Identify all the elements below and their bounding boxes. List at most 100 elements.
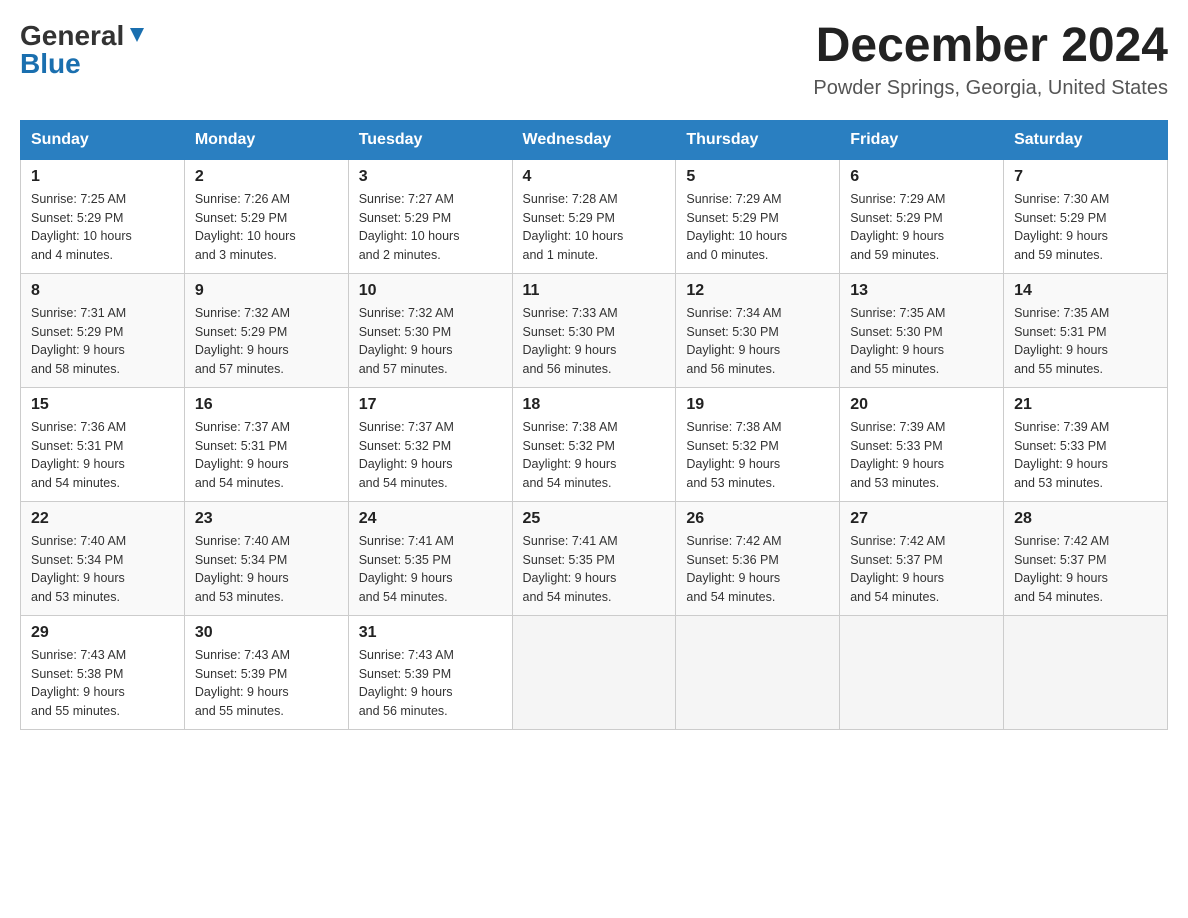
daylight-label: Daylight: 9 hoursand 54 minutes. [359,457,453,490]
calendar-cell: 3 Sunrise: 7:27 AM Sunset: 5:29 PM Dayli… [348,159,512,273]
daylight-label: Daylight: 9 hoursand 58 minutes. [31,343,125,376]
calendar-cell [676,615,840,729]
header-wednesday: Wednesday [512,120,676,159]
daylight-label: Daylight: 9 hoursand 55 minutes. [195,685,289,718]
calendar-cell: 31 Sunrise: 7:43 AM Sunset: 5:39 PM Dayl… [348,615,512,729]
calendar-week-3: 15 Sunrise: 7:36 AM Sunset: 5:31 PM Dayl… [21,387,1168,501]
daylight-label: Daylight: 9 hoursand 57 minutes. [359,343,453,376]
sunrise-label: Sunrise: 7:41 AM [359,534,454,548]
day-number: 19 [686,396,829,414]
calendar-cell [840,615,1004,729]
day-info: Sunrise: 7:37 AM Sunset: 5:31 PM Dayligh… [195,418,338,493]
daylight-label: Daylight: 10 hoursand 0 minutes. [686,229,787,262]
sunrise-label: Sunrise: 7:40 AM [195,534,290,548]
daylight-label: Daylight: 9 hoursand 53 minutes. [850,457,944,490]
sunrise-label: Sunrise: 7:29 AM [850,192,945,206]
calendar-cell [1004,615,1168,729]
sunset-label: Sunset: 5:29 PM [31,325,123,339]
day-info: Sunrise: 7:35 AM Sunset: 5:31 PM Dayligh… [1014,304,1157,379]
day-info: Sunrise: 7:32 AM Sunset: 5:30 PM Dayligh… [359,304,502,379]
day-info: Sunrise: 7:30 AM Sunset: 5:29 PM Dayligh… [1014,190,1157,265]
day-number: 9 [195,282,338,300]
calendar-cell: 7 Sunrise: 7:30 AM Sunset: 5:29 PM Dayli… [1004,159,1168,273]
daylight-label: Daylight: 9 hoursand 54 minutes. [686,571,780,604]
day-info: Sunrise: 7:26 AM Sunset: 5:29 PM Dayligh… [195,190,338,265]
sunset-label: Sunset: 5:33 PM [1014,439,1106,453]
sunrise-label: Sunrise: 7:42 AM [1014,534,1109,548]
daylight-label: Daylight: 10 hoursand 4 minutes. [31,229,132,262]
sunset-label: Sunset: 5:31 PM [195,439,287,453]
logo-arrow-icon [126,24,148,46]
header-sunday: Sunday [21,120,185,159]
day-number: 23 [195,510,338,528]
sunset-label: Sunset: 5:31 PM [31,439,123,453]
daylight-label: Daylight: 9 hoursand 55 minutes. [31,685,125,718]
day-info: Sunrise: 7:40 AM Sunset: 5:34 PM Dayligh… [195,532,338,607]
day-info: Sunrise: 7:37 AM Sunset: 5:32 PM Dayligh… [359,418,502,493]
sunset-label: Sunset: 5:37 PM [1014,553,1106,567]
day-info: Sunrise: 7:38 AM Sunset: 5:32 PM Dayligh… [686,418,829,493]
day-info: Sunrise: 7:33 AM Sunset: 5:30 PM Dayligh… [523,304,666,379]
daylight-label: Daylight: 10 hoursand 3 minutes. [195,229,296,262]
calendar-cell: 30 Sunrise: 7:43 AM Sunset: 5:39 PM Dayl… [184,615,348,729]
daylight-label: Daylight: 9 hoursand 54 minutes. [31,457,125,490]
daylight-label: Daylight: 9 hoursand 59 minutes. [850,229,944,262]
logo-blue-text: Blue [20,48,81,79]
daylight-label: Daylight: 9 hoursand 53 minutes. [31,571,125,604]
day-number: 5 [686,168,829,186]
daylight-label: Daylight: 9 hoursand 54 minutes. [195,457,289,490]
day-number: 11 [523,282,666,300]
calendar-cell: 18 Sunrise: 7:38 AM Sunset: 5:32 PM Dayl… [512,387,676,501]
calendar-cell: 23 Sunrise: 7:40 AM Sunset: 5:34 PM Dayl… [184,501,348,615]
daylight-label: Daylight: 9 hoursand 56 minutes. [523,343,617,376]
day-info: Sunrise: 7:25 AM Sunset: 5:29 PM Dayligh… [31,190,174,265]
sunset-label: Sunset: 5:29 PM [850,211,942,225]
sunrise-label: Sunrise: 7:37 AM [195,420,290,434]
sunrise-label: Sunrise: 7:26 AM [195,192,290,206]
day-number: 4 [523,168,666,186]
calendar-cell: 14 Sunrise: 7:35 AM Sunset: 5:31 PM Dayl… [1004,273,1168,387]
sunrise-label: Sunrise: 7:43 AM [31,648,126,662]
sunrise-label: Sunrise: 7:28 AM [523,192,618,206]
day-number: 30 [195,624,338,642]
sunrise-label: Sunrise: 7:32 AM [195,306,290,320]
day-number: 26 [686,510,829,528]
day-number: 12 [686,282,829,300]
calendar-cell [512,615,676,729]
sunrise-label: Sunrise: 7:35 AM [1014,306,1109,320]
daylight-label: Daylight: 9 hoursand 59 minutes. [1014,229,1108,262]
calendar-cell: 16 Sunrise: 7:37 AM Sunset: 5:31 PM Dayl… [184,387,348,501]
calendar-cell: 28 Sunrise: 7:42 AM Sunset: 5:37 PM Dayl… [1004,501,1168,615]
sunset-label: Sunset: 5:30 PM [850,325,942,339]
sunrise-label: Sunrise: 7:39 AM [850,420,945,434]
calendar-cell: 15 Sunrise: 7:36 AM Sunset: 5:31 PM Dayl… [21,387,185,501]
day-info: Sunrise: 7:43 AM Sunset: 5:39 PM Dayligh… [195,646,338,721]
calendar-cell: 9 Sunrise: 7:32 AM Sunset: 5:29 PM Dayli… [184,273,348,387]
sunset-label: Sunset: 5:35 PM [523,553,615,567]
sunrise-label: Sunrise: 7:42 AM [850,534,945,548]
sunrise-label: Sunrise: 7:36 AM [31,420,126,434]
day-number: 20 [850,396,993,414]
title-section: December 2024 Powder Springs, Georgia, U… [813,20,1168,100]
header-tuesday: Tuesday [348,120,512,159]
sunset-label: Sunset: 5:29 PM [359,211,451,225]
sunrise-label: Sunrise: 7:43 AM [359,648,454,662]
calendar-cell: 1 Sunrise: 7:25 AM Sunset: 5:29 PM Dayli… [21,159,185,273]
calendar-header-row: Sunday Monday Tuesday Wednesday Thursday… [21,120,1168,159]
header-saturday: Saturday [1004,120,1168,159]
calendar-cell: 27 Sunrise: 7:42 AM Sunset: 5:37 PM Dayl… [840,501,1004,615]
sunset-label: Sunset: 5:30 PM [523,325,615,339]
day-number: 17 [359,396,502,414]
day-info: Sunrise: 7:35 AM Sunset: 5:30 PM Dayligh… [850,304,993,379]
day-info: Sunrise: 7:34 AM Sunset: 5:30 PM Dayligh… [686,304,829,379]
sunset-label: Sunset: 5:33 PM [850,439,942,453]
sunset-label: Sunset: 5:29 PM [523,211,615,225]
sunset-label: Sunset: 5:29 PM [31,211,123,225]
day-number: 29 [31,624,174,642]
day-info: Sunrise: 7:36 AM Sunset: 5:31 PM Dayligh… [31,418,174,493]
day-number: 1 [31,168,174,186]
sunrise-label: Sunrise: 7:40 AM [31,534,126,548]
header-thursday: Thursday [676,120,840,159]
calendar-week-4: 22 Sunrise: 7:40 AM Sunset: 5:34 PM Dayl… [21,501,1168,615]
day-info: Sunrise: 7:41 AM Sunset: 5:35 PM Dayligh… [523,532,666,607]
